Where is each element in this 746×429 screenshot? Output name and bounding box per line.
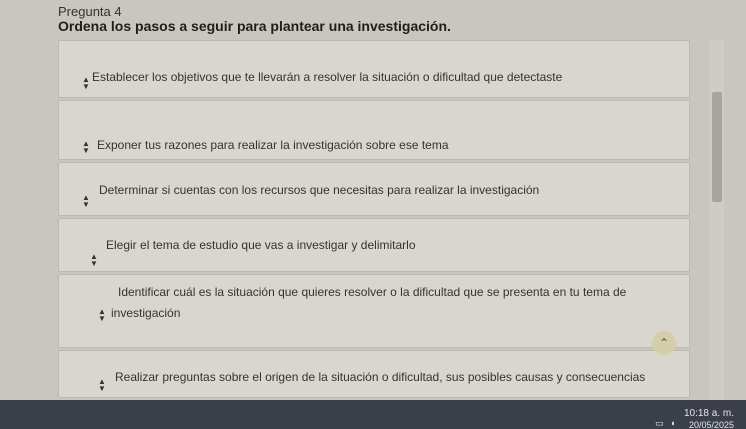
chevron-down-icon[interactable]: ▼ (81, 147, 91, 155)
item-text: Determinar si cuentas con los recursos q… (99, 183, 540, 197)
chevron-down-icon[interactable]: ▼ (89, 260, 99, 268)
reorder-arrows[interactable]: ▲ ▼ (97, 378, 107, 393)
item-text: Elegir el tema de estudio que vas a inve… (106, 238, 416, 252)
sortable-item-6[interactable]: ▲ ▼ Realizar preguntas sobre el origen d… (58, 350, 690, 398)
chevron-down-icon[interactable]: ▼ (97, 315, 107, 323)
item-text: Establecer los objetivos que te llevarán… (92, 70, 563, 84)
taskbar (0, 400, 746, 429)
sortable-item-5[interactable]: ▲ ▼ Identificar cuál es la situación que… (58, 274, 690, 348)
question-title: Ordena los pasos a seguir para plantear … (58, 18, 451, 34)
reorder-arrows[interactable]: ▲ ▼ (97, 308, 107, 323)
scrollbar-thumb[interactable] (712, 92, 722, 202)
sortable-item-3[interactable]: ▲ ▼ Determinar si cuentas con los recurs… (58, 162, 690, 216)
sortable-item-4[interactable]: ▲ ▼ Elegir el tema de estudio que vas a … (58, 218, 690, 272)
chevron-down-icon[interactable]: ▼ (81, 83, 91, 91)
chevron-down-icon[interactable]: ▼ (97, 385, 107, 393)
item-text: Exponer tus razones para realizar la inv… (97, 138, 449, 152)
item-text-line-1: Identificar cuál es la situación que qui… (118, 285, 627, 299)
double-chevron-up-icon[interactable]: ⌃ (652, 331, 676, 355)
reorder-arrows[interactable]: ▲ ▼ (81, 76, 91, 91)
taskbar-date: 20/05/2025 (688, 420, 734, 429)
question-number: Pregunta 4 (58, 4, 122, 19)
monitor-icon[interactable]: ▭ (655, 418, 664, 429)
chevron-down-icon[interactable]: ▼ (81, 201, 91, 209)
item-text-line-2: investigación (111, 306, 181, 320)
reorder-arrows[interactable]: ▲ ▼ (81, 140, 91, 155)
speaker-icon[interactable]: ◖ (670, 418, 675, 428)
reorder-arrows[interactable]: ▲ ▼ (89, 253, 99, 268)
sortable-item-1[interactable]: ▲ ▼ Establecer los objetivos que te llev… (58, 40, 690, 98)
reorder-arrows[interactable]: ▲ ▼ (81, 194, 91, 209)
taskbar-clock: 10:18 a. m. (683, 408, 734, 419)
item-text: Realizar preguntas sobre el origen de la… (115, 370, 646, 384)
sortable-item-2[interactable]: ▲ ▼ Exponer tus razones para realizar la… (58, 100, 690, 160)
